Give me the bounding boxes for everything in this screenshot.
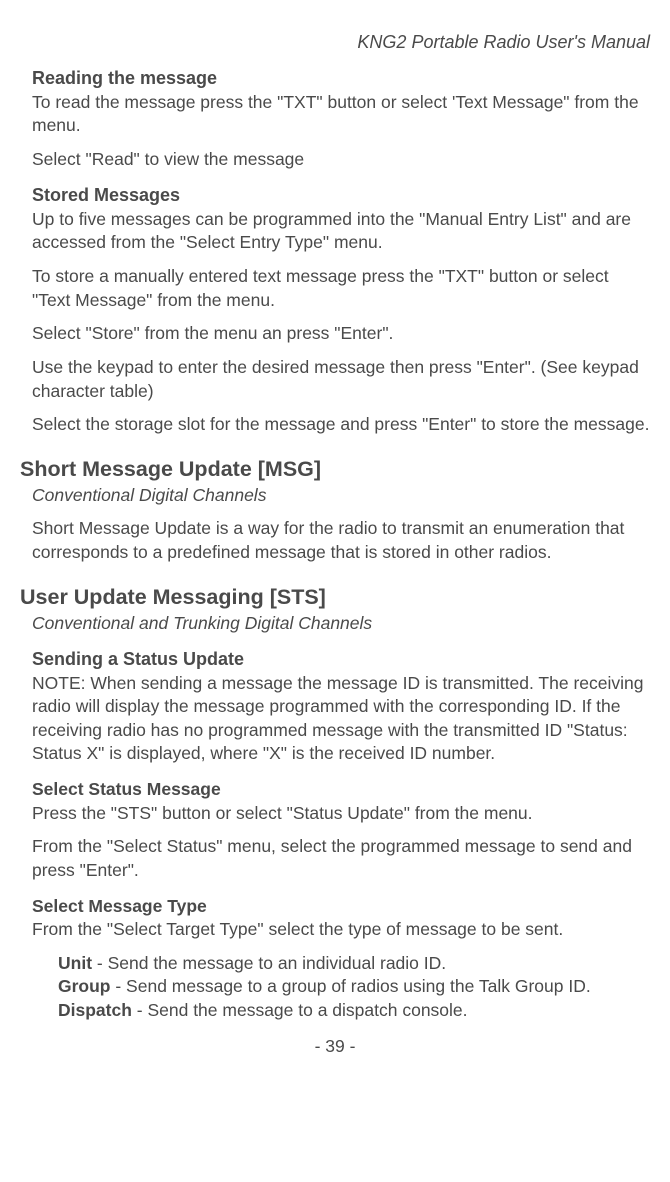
paragraph: To store a manually entered text message… — [20, 265, 650, 312]
heading-short-message-update: Short Message Update [MSG] — [20, 455, 650, 484]
paragraph: Short Message Update is a way for the ra… — [20, 517, 650, 564]
subtitle: Conventional Digital Channels — [20, 484, 650, 508]
paragraph: To read the message press the "TXT" butt… — [20, 91, 650, 138]
paragraph: NOTE: When sending a message the message… — [20, 672, 650, 767]
paragraph: Press the "STS" button or select "Status… — [20, 802, 650, 826]
list-item: Unit - Send the message to an individual… — [20, 952, 650, 976]
page-header-title: KNG2 Portable Radio User's Manual — [20, 30, 650, 54]
paragraph: Select "Store" from the menu an press "E… — [20, 322, 650, 346]
list-item: Group - Send message to a group of radio… — [20, 975, 650, 999]
subtitle: Conventional and Trunking Digital Channe… — [20, 612, 650, 636]
heading-select-message-type: Select Message Type — [20, 895, 650, 919]
list-item-desc: - Send the message to a dispatch console… — [132, 1000, 468, 1020]
paragraph: Up to five messages can be programmed in… — [20, 208, 650, 255]
heading-user-update-messaging: User Update Messaging [STS] — [20, 583, 650, 612]
page-number: - 39 - — [20, 1035, 650, 1059]
list-item-label: Unit — [58, 953, 92, 973]
heading-reading-message: Reading the message — [20, 66, 650, 90]
list-item-label: Group — [58, 976, 111, 996]
list-item: Dispatch - Send the message to a dispatc… — [20, 999, 650, 1023]
heading-select-status-message: Select Status Message — [20, 778, 650, 802]
paragraph: Select "Read" to view the message — [20, 148, 650, 172]
paragraph: Select the storage slot for the message … — [20, 413, 650, 437]
heading-stored-messages: Stored Messages — [20, 183, 650, 207]
list-item-desc: - Send the message to an individual radi… — [92, 953, 446, 973]
heading-sending-status-update: Sending a Status Update — [20, 647, 650, 671]
list-item-desc: - Send message to a group of radios usin… — [111, 976, 591, 996]
list-item-label: Dispatch — [58, 1000, 132, 1020]
paragraph: From the "Select Status" menu, select th… — [20, 835, 650, 882]
paragraph: Use the keypad to enter the desired mess… — [20, 356, 650, 403]
paragraph: From the "Select Target Type" select the… — [20, 918, 650, 942]
